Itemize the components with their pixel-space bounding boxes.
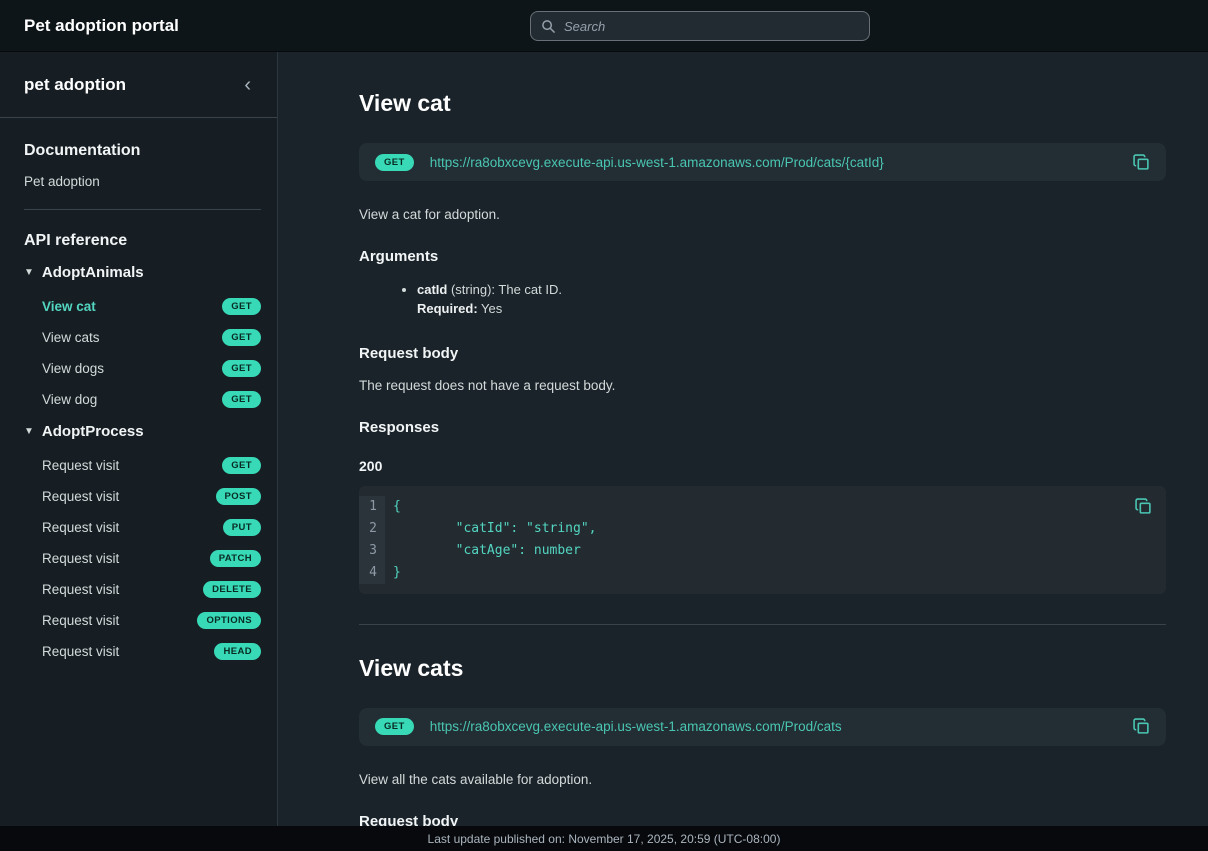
method-badge: DELETE bbox=[203, 581, 261, 598]
required-label: Required: bbox=[417, 301, 478, 316]
method-badge: PATCH bbox=[210, 550, 261, 567]
code-text: "catAge": number bbox=[385, 540, 581, 562]
arguments-list: catId (string): The cat ID. Required: Ye… bbox=[359, 281, 1166, 319]
operation-description: View a cat for adoption. bbox=[359, 207, 1166, 222]
operation-description: View all the cats available for adoption… bbox=[359, 772, 1166, 787]
sidebar-item-request-visit-head[interactable]: Request visit HEAD bbox=[24, 638, 261, 665]
sidebar-item-label: Request visit bbox=[42, 489, 119, 504]
line-number: 1 bbox=[359, 496, 385, 518]
method-badge: HEAD bbox=[214, 643, 261, 660]
search-input[interactable] bbox=[564, 19, 859, 34]
method-badge: GET bbox=[222, 457, 261, 474]
footer: Last update published on: November 17, 2… bbox=[0, 826, 1208, 851]
sidebar-group-adoptprocess[interactable]: ▼ AdoptProcess bbox=[24, 423, 261, 440]
sidebar-item-view-cat[interactable]: View cat GET bbox=[24, 293, 261, 320]
sidebar-item-request-visit-put[interactable]: Request visit PUT bbox=[24, 514, 261, 541]
page-title: View cat bbox=[359, 90, 1166, 117]
sidebar-item-view-dog[interactable]: View dog GET bbox=[24, 386, 261, 413]
code-line: 1 { bbox=[359, 496, 1166, 518]
copy-icon[interactable] bbox=[1133, 154, 1150, 171]
request-body-text: The request does not have a request body… bbox=[359, 378, 1166, 393]
chevron-down-icon: ▼ bbox=[24, 267, 34, 278]
method-badge: GET bbox=[222, 329, 261, 346]
responses-heading: Responses bbox=[359, 419, 1166, 436]
method-badge: GET bbox=[375, 718, 414, 735]
code-text: "catId": "string", bbox=[385, 518, 597, 540]
api-reference-heading: API reference bbox=[24, 232, 261, 250]
app-title: Pet adoption portal bbox=[24, 16, 179, 36]
line-number: 2 bbox=[359, 518, 385, 540]
sidebar-item-pet-adoption[interactable]: Pet adoption bbox=[24, 174, 261, 189]
sidebar-item-label: View dogs bbox=[42, 361, 104, 376]
method-badge: GET bbox=[222, 391, 261, 408]
sidebar-item-label: View cat bbox=[42, 299, 96, 314]
last-update-text: Last update published on: November 17, 2… bbox=[428, 832, 781, 846]
code-line: 3 "catAge": number bbox=[359, 540, 1166, 562]
argument-item: catId (string): The cat ID. Required: Ye… bbox=[417, 281, 1166, 319]
argument-name: catId bbox=[417, 282, 447, 297]
sidebar-item-label: View cats bbox=[42, 330, 100, 345]
sidebar-item-request-visit-patch[interactable]: Request visit PATCH bbox=[24, 545, 261, 572]
method-badge: PUT bbox=[223, 519, 261, 536]
sidebar-item-label: Request visit bbox=[42, 613, 119, 628]
code-line: 4 } bbox=[359, 562, 1166, 584]
sidebar-item-view-cats[interactable]: View cats GET bbox=[24, 324, 261, 351]
sidebar-item-label: View dog bbox=[42, 392, 97, 407]
method-badge: POST bbox=[216, 488, 261, 505]
sidebar-item-label: Request visit bbox=[42, 458, 119, 473]
method-badge: OPTIONS bbox=[197, 612, 261, 629]
portal-name: pet adoption bbox=[24, 75, 126, 95]
sidebar: pet adoption ‹ Documentation Pet adoptio… bbox=[0, 52, 278, 851]
method-badge: GET bbox=[375, 154, 414, 171]
section-divider bbox=[359, 624, 1166, 625]
sidebar-item-request-visit-delete[interactable]: Request visit DELETE bbox=[24, 576, 261, 603]
required-value: Yes bbox=[478, 301, 503, 316]
group-label: AdoptProcess bbox=[42, 423, 144, 440]
sidebar-item-request-visit-get[interactable]: Request visit GET bbox=[24, 452, 261, 479]
code-text: } bbox=[385, 562, 401, 584]
argument-description: (string): The cat ID. bbox=[447, 282, 562, 297]
documentation-heading: Documentation bbox=[24, 142, 261, 160]
status-code: 200 bbox=[359, 458, 1166, 474]
line-number: 3 bbox=[359, 540, 385, 562]
sidebar-group-adoptanimals[interactable]: ▼ AdoptAnimals bbox=[24, 264, 261, 281]
sidebar-item-request-visit-post[interactable]: Request visit POST bbox=[24, 483, 261, 510]
sidebar-item-label: Request visit bbox=[42, 551, 119, 566]
method-badge: GET bbox=[222, 360, 261, 377]
line-number: 4 bbox=[359, 562, 385, 584]
sidebar-divider bbox=[24, 209, 261, 210]
sidebar-item-label: Request visit bbox=[42, 582, 119, 597]
request-body-heading: Request body bbox=[359, 345, 1166, 362]
group-label: AdoptAnimals bbox=[42, 264, 144, 281]
copy-icon[interactable] bbox=[1135, 498, 1152, 515]
main-content: View cat GET https://ra8obxcevg.execute-… bbox=[278, 52, 1208, 851]
method-badge: GET bbox=[222, 298, 261, 315]
sidebar-item-label: Request visit bbox=[42, 520, 119, 535]
endpoint-bar: GET https://ra8obxcevg.execute-api.us-we… bbox=[359, 143, 1166, 181]
code-text: { bbox=[385, 496, 401, 518]
search-box[interactable] bbox=[530, 11, 870, 41]
sidebar-item-view-dogs[interactable]: View dogs GET bbox=[24, 355, 261, 382]
response-code-block: 1 { 2 "catId": "string", 3 "catAge": num… bbox=[359, 486, 1166, 594]
sidebar-item-label: Request visit bbox=[42, 644, 119, 659]
code-line: 2 "catId": "string", bbox=[359, 518, 1166, 540]
endpoint-url[interactable]: https://ra8obxcevg.execute-api.us-west-1… bbox=[430, 719, 1117, 734]
page-title: View cats bbox=[359, 655, 1166, 682]
chevron-down-icon: ▼ bbox=[24, 426, 34, 437]
sidebar-header: pet adoption ‹ bbox=[0, 52, 277, 118]
sidebar-collapse-icon[interactable]: ‹ bbox=[238, 73, 257, 97]
top-bar: Pet adoption portal bbox=[0, 0, 1208, 52]
sidebar-item-request-visit-options[interactable]: Request visit OPTIONS bbox=[24, 607, 261, 634]
search-icon bbox=[541, 19, 556, 34]
endpoint-url[interactable]: https://ra8obxcevg.execute-api.us-west-1… bbox=[430, 155, 1117, 170]
endpoint-bar: GET https://ra8obxcevg.execute-api.us-we… bbox=[359, 708, 1166, 746]
copy-icon[interactable] bbox=[1133, 718, 1150, 735]
arguments-heading: Arguments bbox=[359, 248, 1166, 265]
